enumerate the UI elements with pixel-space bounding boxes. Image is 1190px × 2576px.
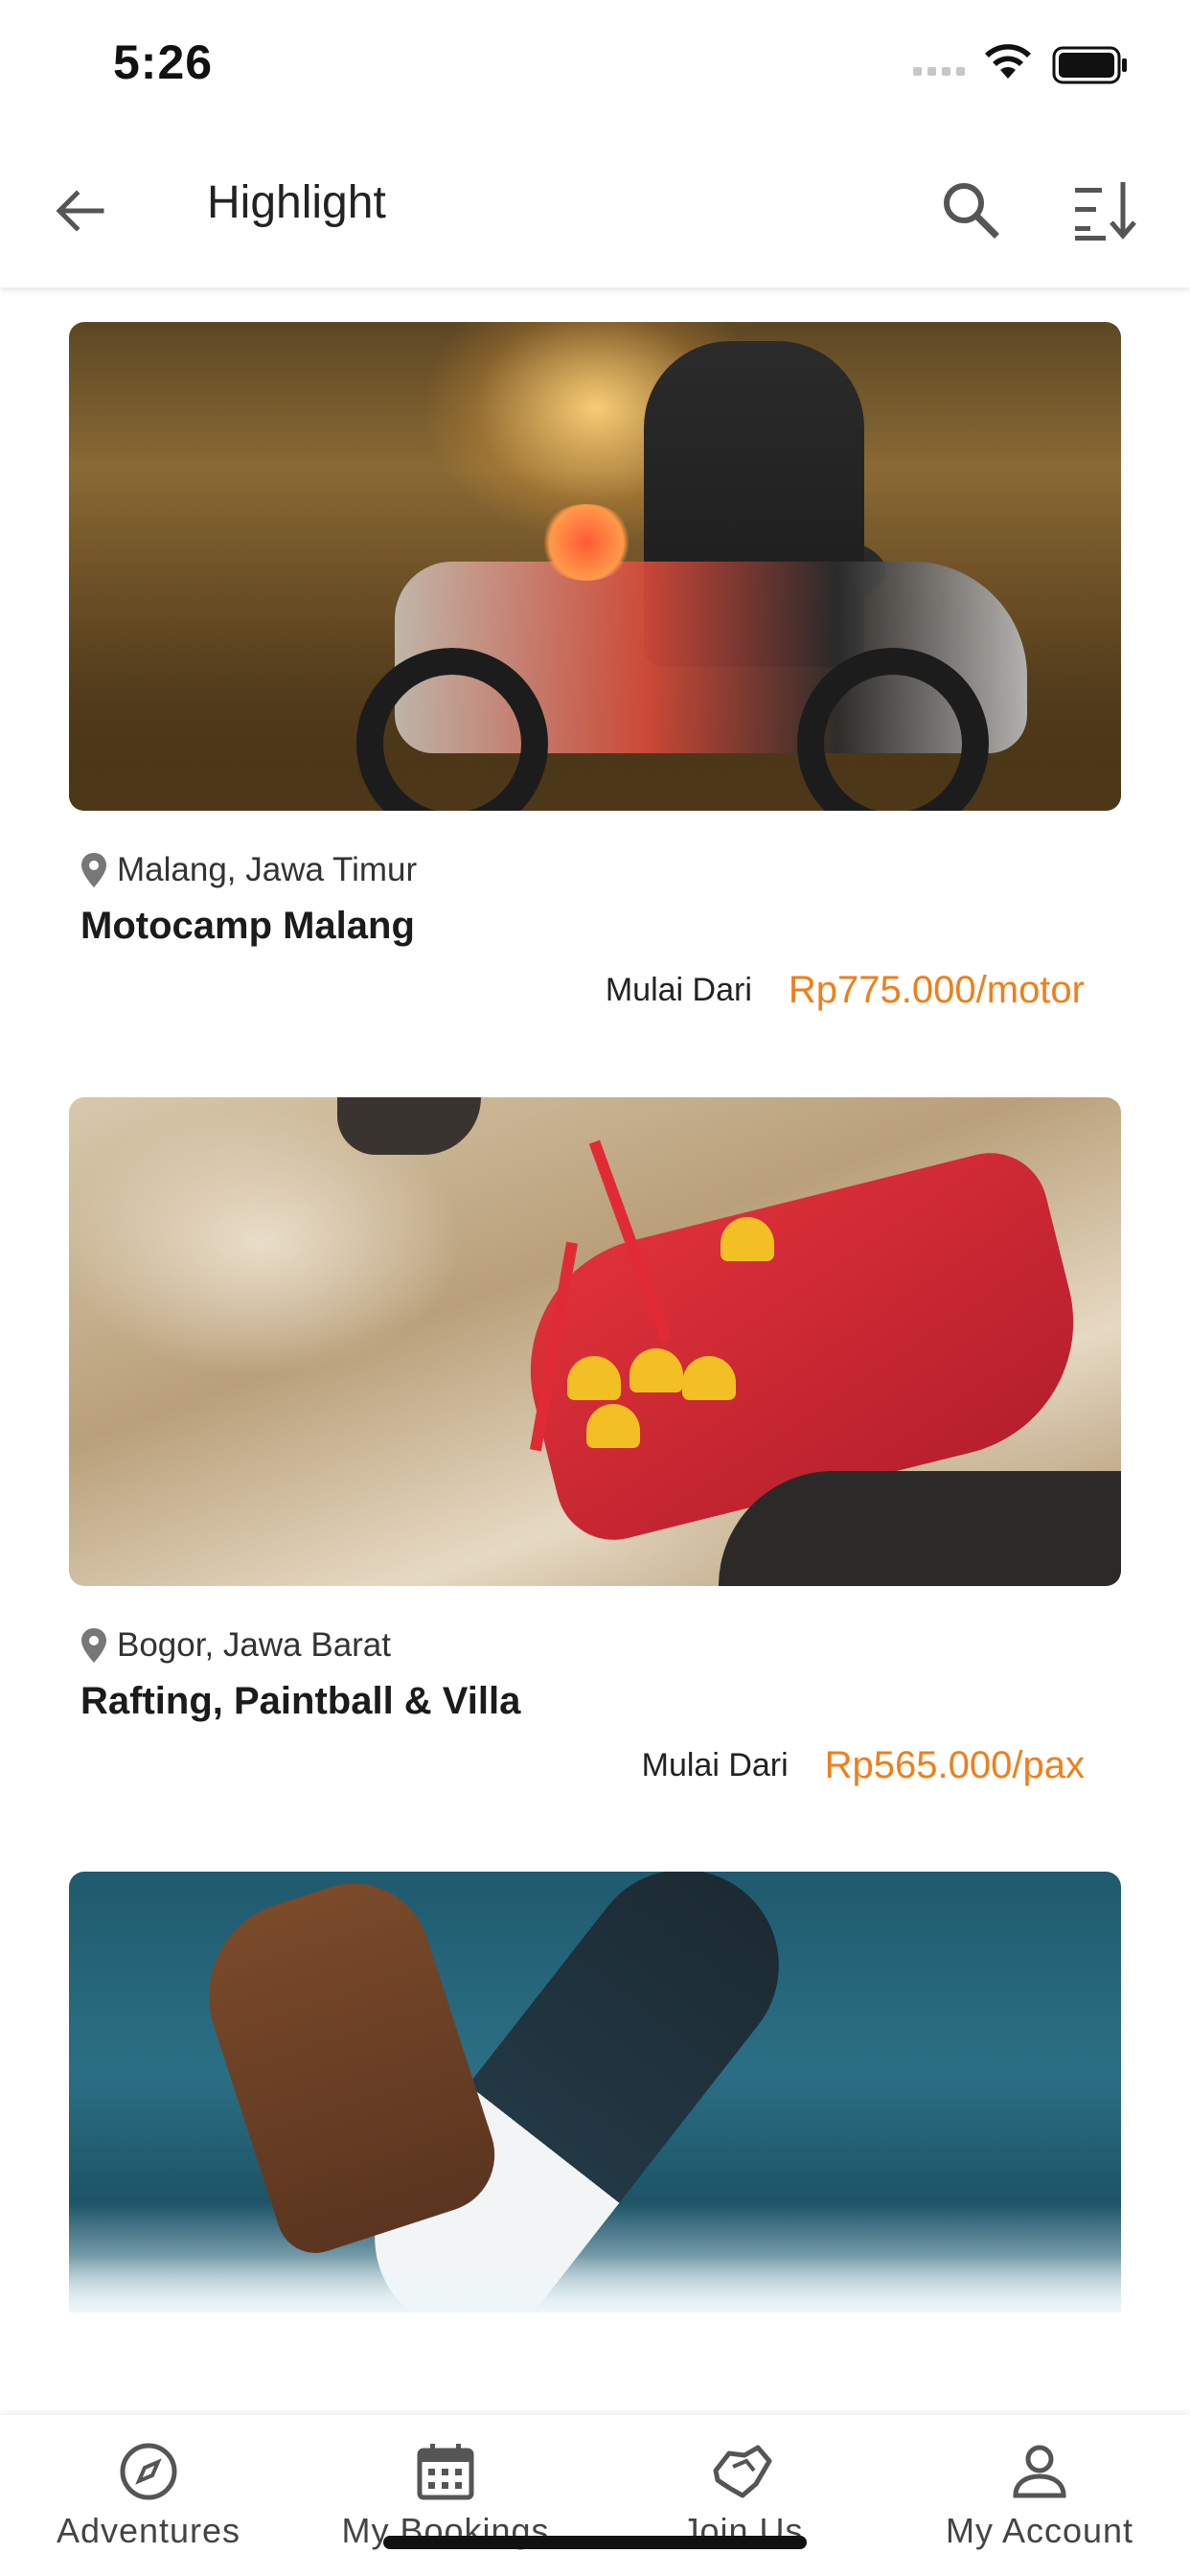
adventure-card[interactable]: Bogor, Jawa Barat Rafting, Paintball & V… [69, 1097, 1121, 1787]
wifi-icon [985, 44, 1031, 79]
card-title: Rafting, Paintball & Villa [80, 1680, 521, 1722]
nav-adventures[interactable]: Adventures [0, 2415, 297, 2576]
motocross-photo[interactable] [69, 322, 1121, 811]
status-time: 5:26 [113, 35, 214, 89]
search-icon[interactable] [937, 176, 1004, 243]
location-pin-icon [81, 853, 106, 887]
adventure-card[interactable] [69, 1872, 1121, 2312]
cellular-signal-icon [913, 67, 965, 76]
location-text: Bogor, Jawa Barat [117, 1626, 391, 1664]
handshake-icon [713, 2445, 772, 2498]
person-icon [1013, 2445, 1066, 2498]
app-bar: Highlight [0, 134, 1190, 288]
price-label: Mulai Dari [641, 1747, 789, 1783]
card-location: Malang, Jawa Timur [80, 851, 1121, 889]
location-text: Malang, Jawa Timur [117, 851, 418, 888]
nav-join-us[interactable]: Join Us [594, 2415, 891, 2576]
location-pin-icon [81, 1628, 106, 1663]
adventure-card[interactable]: Malang, Jawa Timur Motocamp Malang Mulai… [69, 322, 1121, 1012]
price-value: Rp775.000/motor [788, 969, 1085, 1011]
back-arrow-icon[interactable] [50, 180, 111, 242]
price-value: Rp565.000/pax [824, 1744, 1085, 1786]
price-row: Mulai Dari Rp775.000/motor [69, 969, 1121, 1012]
page-title: Highlight [207, 177, 386, 228]
home-indicator [383, 2536, 807, 2549]
nav-label: My Account [945, 2511, 1134, 2550]
sort-icon[interactable] [1071, 176, 1144, 243]
nav-my-account[interactable]: My Account [891, 2415, 1188, 2576]
card-title: Motocamp Malang [80, 905, 415, 947]
card-location: Bogor, Jawa Barat [80, 1626, 1121, 1665]
nav-my-bookings[interactable]: My Bookings [297, 2415, 594, 2576]
battery-icon [1052, 46, 1127, 84]
price-label: Mulai Dari [605, 972, 752, 1008]
surfing-photo[interactable] [69, 1872, 1121, 2312]
nav-label: Adventures [56, 2511, 241, 2550]
bottom-navigation: Adventures My Bookings Join Us My Accoun… [0, 2415, 1190, 2576]
price-row: Mulai Dari Rp565.000/pax [69, 1744, 1121, 1787]
calendar-icon [417, 2444, 474, 2500]
status-bar: 5:26 [0, 0, 1190, 134]
compass-icon [120, 2443, 177, 2500]
rafting-photo[interactable] [69, 1097, 1121, 1586]
